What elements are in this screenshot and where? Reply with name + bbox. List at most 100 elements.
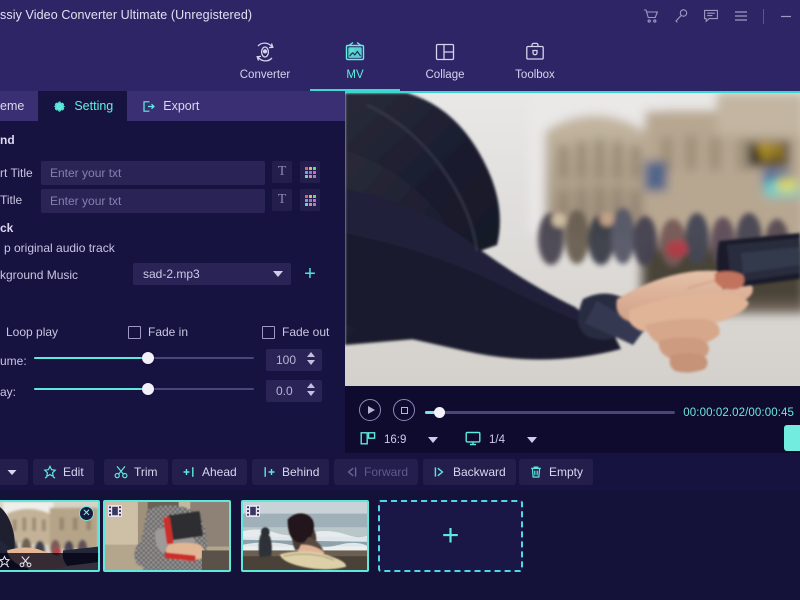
chevron-down-icon — [273, 271, 283, 277]
video-preview[interactable] — [345, 93, 800, 386]
insert-ahead-button[interactable]: Ahead — [172, 459, 247, 485]
content-area: eme Setting — [0, 91, 800, 453]
nav-item-toolbox[interactable]: Toolbox — [490, 32, 580, 91]
clip-toolbar: Edit Trim Ahead — [0, 453, 800, 491]
end-title-input[interactable] — [41, 189, 265, 213]
volume-stepper-arrows — [307, 352, 315, 365]
delay-stepper-arrows — [307, 383, 315, 396]
loop-play-checkbox[interactable]: Loop play — [0, 325, 58, 339]
clip-thumbnail-2[interactable] — [103, 500, 231, 572]
trim-icon[interactable] — [19, 555, 32, 568]
fade-out-box — [262, 326, 275, 339]
cart-icon[interactable] — [643, 8, 659, 24]
nav-item-mv[interactable]: MV — [310, 32, 400, 91]
monitor-icon — [465, 431, 481, 449]
keep-original-audio-label: p original audio track — [4, 241, 115, 255]
clip-1-close-icon[interactable]: ✕ — [79, 506, 94, 521]
background-music-value: sad-2.mp3 — [133, 267, 200, 281]
nav-item-converter[interactable]: Converter — [220, 32, 310, 91]
move-forward-icon — [344, 465, 358, 479]
background-music-select[interactable]: sad-2.mp3 — [133, 263, 291, 285]
delay-slider-knob[interactable] — [142, 383, 154, 395]
effect-icon[interactable] — [0, 555, 11, 568]
end-title-color-button[interactable] — [300, 189, 320, 211]
screen-split-control[interactable]: 1/4 — [465, 431, 537, 449]
add-clip-button[interactable]: + — [378, 500, 523, 572]
feedback-icon[interactable] — [703, 8, 719, 24]
insert-ahead-label: Ahead — [202, 465, 237, 479]
delay-slider-fill — [34, 388, 148, 390]
keep-original-audio-checkbox[interactable]: p original audio track — [0, 241, 115, 255]
volume-value: 100 — [266, 353, 296, 367]
toolbar-dropdown-button[interactable] — [0, 459, 28, 485]
menu-icon[interactable] — [733, 8, 749, 24]
preview-action-button[interactable] — [784, 425, 800, 451]
section-title-track: ck — [0, 221, 13, 235]
edit-icon — [43, 465, 57, 479]
converter-icon — [252, 38, 278, 66]
trim-button[interactable]: Trim — [104, 459, 168, 485]
fade-in-label: Fade in — [148, 325, 188, 339]
add-music-button[interactable]: + — [300, 263, 320, 285]
toolbox-icon — [522, 38, 548, 66]
minimize-icon[interactable] — [778, 8, 794, 24]
trim-label: Trim — [134, 465, 158, 479]
start-title-label: rt Title — [0, 166, 33, 180]
delay-increment[interactable] — [307, 383, 315, 388]
start-title-input[interactable] — [41, 161, 265, 185]
delay-label: ay: — [0, 385, 16, 399]
end-title-font-button[interactable]: T — [272, 189, 292, 211]
aspect-ratio-control[interactable]: 16:9 — [360, 431, 438, 449]
play-icon — [368, 406, 375, 414]
start-title-color-button[interactable] — [300, 161, 320, 183]
tab-theme[interactable]: eme — [0, 91, 38, 121]
tab-setting[interactable]: Setting — [38, 91, 127, 121]
insert-behind-icon — [262, 465, 276, 479]
move-backward-icon — [433, 465, 447, 479]
clip-strip: 0:15 ✕ — [0, 491, 800, 600]
move-backward-button[interactable]: Backward — [423, 459, 516, 485]
edit-label: Edit — [63, 465, 84, 479]
delay-decrement[interactable] — [307, 391, 315, 396]
volume-slider[interactable] — [34, 351, 254, 365]
nav-item-collage[interactable]: Collage — [400, 32, 490, 91]
nav-label-collage: Collage — [426, 69, 465, 81]
export-icon — [141, 99, 156, 114]
aspect-ratio-value: 16:9 — [384, 434, 406, 446]
volume-decrement[interactable] — [307, 360, 315, 365]
tab-label-export: Export — [163, 99, 199, 113]
stop-button[interactable] — [393, 399, 415, 421]
panel-tabs: eme Setting — [0, 91, 345, 121]
main-navigation: Converter MV Collage — [0, 32, 800, 91]
title-bar: ssiy Video Converter Ultimate (Unregiste… — [0, 0, 800, 32]
clip-3-film-icon — [246, 505, 260, 517]
delay-stepper[interactable]: 0.0 — [266, 380, 322, 402]
color-grid-icon — [305, 167, 316, 178]
dropdown-icon — [6, 466, 18, 478]
progress-knob[interactable] — [434, 407, 445, 418]
fade-out-label: Fade out — [282, 325, 329, 339]
insert-behind-button[interactable]: Behind — [252, 459, 329, 485]
volume-stepper[interactable]: 100 — [266, 349, 322, 371]
play-button[interactable] — [359, 399, 381, 421]
delay-slider[interactable] — [34, 382, 254, 396]
fade-out-checkbox[interactable]: Fade out — [262, 325, 329, 339]
clip-thumbnail-3[interactable] — [241, 500, 369, 572]
key-icon[interactable] — [673, 8, 689, 24]
fade-in-checkbox[interactable]: Fade in — [128, 325, 188, 339]
nav-label-toolbox: Toolbox — [515, 69, 555, 81]
delay-value: 0.0 — [266, 384, 293, 398]
clip-thumbnail-1[interactable]: 0:15 ✕ — [0, 500, 100, 572]
volume-slider-knob[interactable] — [142, 352, 154, 364]
edit-button[interactable]: Edit — [33, 459, 94, 485]
move-forward-button[interactable]: Forward — [334, 459, 418, 485]
playback-progress[interactable] — [425, 408, 675, 420]
start-title-font-button[interactable]: T — [272, 161, 292, 183]
volume-increment[interactable] — [307, 352, 315, 357]
tab-export[interactable]: Export — [127, 91, 213, 121]
background-music-label: kground Music — [0, 268, 78, 282]
collage-icon — [432, 38, 458, 66]
clip-1-tools — [0, 553, 98, 570]
insert-behind-label: Behind — [282, 465, 319, 479]
empty-button[interactable]: Empty — [519, 459, 593, 485]
